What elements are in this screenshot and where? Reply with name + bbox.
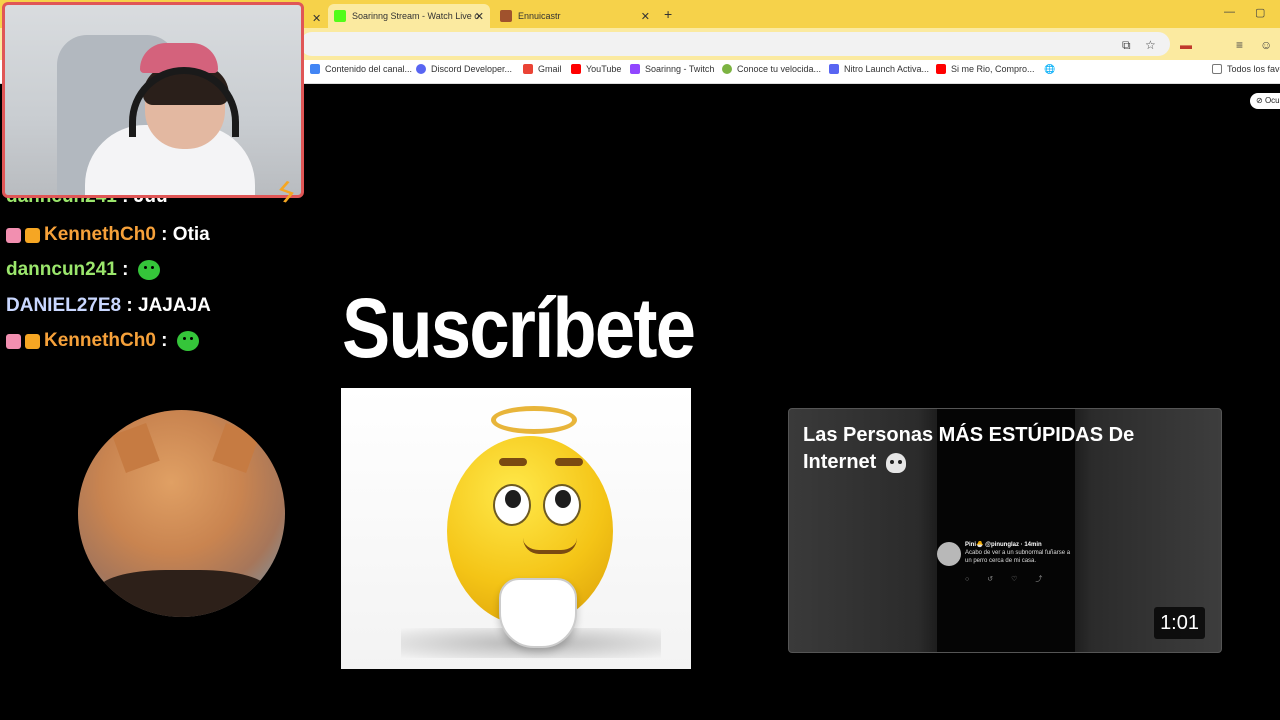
stream-screen: Soarinng Stream - Watch Live o ✕ Ennuica… <box>0 0 1280 720</box>
eye-off-icon: ⊘ <box>1256 96 1263 105</box>
bookmark-label: Nitro Launch Activa... <box>844 64 930 74</box>
tweet-author: Pini🐣 @pinunglaz · 14min <box>965 542 1042 548</box>
crown-badge-icon <box>25 227 40 243</box>
tab-title: Ennuicastr <box>518 11 561 21</box>
cat-food <box>98 570 268 617</box>
emoji-eye <box>493 484 531 526</box>
emoji-hands <box>499 578 577 648</box>
kick-icon <box>334 10 346 22</box>
chat-text: Otia <box>172 224 210 245</box>
video-card[interactable]: Pini🐣 @pinunglaz · 14min Acabo de ver a … <box>788 408 1222 653</box>
twitch-icon <box>630 64 640 74</box>
close-icon[interactable]: ✕ <box>641 10 650 23</box>
emoji-brow <box>555 458 583 466</box>
emoji-brow <box>499 458 527 466</box>
extension-icon[interactable]: ▬ <box>1180 38 1192 52</box>
bookmark-item[interactable]: Si me Rio, Compro... <box>936 64 1035 74</box>
minimize-icon[interactable]: — <box>1224 6 1235 18</box>
video-duration: 1:01 <box>1154 607 1205 639</box>
install-icon[interactable]: ⧉ <box>1122 38 1131 53</box>
youtube-icon <box>936 64 946 74</box>
chat-username: KennethCh0 <box>44 224 156 245</box>
bookmark-label: Contenido del canal... <box>325 64 413 74</box>
emoji-pupil <box>505 490 521 508</box>
webcam-feed <box>2 2 304 198</box>
bookmark-label: Discord Developer... <box>431 64 513 74</box>
chat-message: DANIEL27E8 : JAJAJA <box>6 295 211 316</box>
bookmark-label: Todos los favo <box>1227 64 1280 74</box>
tab-title: Soarinng Stream - Watch Live o <box>352 11 480 21</box>
green-emote-icon <box>176 331 199 351</box>
crown-badge-icon <box>25 333 40 349</box>
ocultar-button[interactable]: ⊘ Ocu <box>1250 93 1280 109</box>
chat-username: danncun241 <box>6 259 117 280</box>
chat-message: KennethCh0 : <box>6 330 199 352</box>
tweet-avatar <box>937 542 961 566</box>
emoji-eye <box>543 484 581 526</box>
video-title-text: Las Personas MÁS ESTÚPIDAS De Internet <box>803 424 1135 473</box>
youtube-icon <box>571 64 581 74</box>
bookmark-label: Soarinng - Twitch <box>645 64 715 74</box>
bookmark-item[interactable]: YouTube <box>571 64 621 74</box>
speedtest-icon <box>722 64 732 74</box>
bookmark-label: Conoce tu velocida... <box>737 64 822 74</box>
chat-username: DANIEL27E8 <box>6 295 122 316</box>
chat-text: JAJAJA <box>138 295 211 316</box>
emoji-pupil <box>555 490 571 508</box>
ennuicastr-icon <box>500 10 512 22</box>
video-title: Las Personas MÁS ESTÚPIDAS De Internet <box>803 422 1183 476</box>
bookmark-item[interactable]: Gmail <box>523 64 562 74</box>
tab-ennuicastr[interactable]: Ennuicastr ✕ <box>494 4 656 28</box>
tweet-text: Acabo de ver a un subnormal fuñarse a un… <box>965 550 1071 564</box>
discord-icon <box>416 64 426 74</box>
new-tab-button[interactable]: + <box>664 6 672 22</box>
media-icon[interactable]: ≡ <box>1236 38 1243 52</box>
bookmark-label: Si me Rio, Compro... <box>951 64 1035 74</box>
chat-message: KennethCh0 : Otia <box>6 224 210 246</box>
bookmark-item[interactable]: Conoce tu velocida... <box>722 64 821 74</box>
globe-icon[interactable]: 🌐 <box>1044 64 1055 75</box>
bookmark-item[interactable]: Contenido del canal... <box>310 64 412 74</box>
star-icon[interactable]: ☆ <box>1145 38 1156 52</box>
heart-badge-icon <box>6 227 21 243</box>
maximize-icon[interactable]: ▢ <box>1255 6 1265 19</box>
subscribe-text: Suscríbete <box>342 281 696 375</box>
bookmark-item[interactable]: Nitro Launch Activa... <box>829 64 929 74</box>
angel-emoji-image <box>341 388 691 669</box>
close-icon[interactable]: ✕ <box>306 6 321 30</box>
bookmark-item[interactable]: Discord Developer... <box>416 64 512 74</box>
cat-ear <box>112 423 160 473</box>
google-icon <box>310 64 320 74</box>
bookmark-label: Gmail <box>538 64 562 74</box>
skull-icon <box>885 452 906 473</box>
bookmark-label: YouTube <box>586 64 622 74</box>
ocultar-label: Ocu <box>1264 96 1280 105</box>
cat-image <box>78 410 285 617</box>
heart-badge-icon <box>6 333 21 349</box>
gmail-icon <box>523 64 533 74</box>
bookmark-item[interactable]: Todos los favo <box>1212 64 1280 74</box>
folder-icon <box>1212 64 1222 74</box>
close-icon[interactable]: ✕ <box>475 10 484 23</box>
cat-ear <box>212 423 260 473</box>
tweet-actions: ○↺♡⤴ <box>965 576 1061 583</box>
avatar[interactable]: ☺ <box>1260 38 1272 52</box>
bookmark-item[interactable]: Soarinng - Twitch <box>630 64 714 74</box>
emoji-mouth <box>523 538 577 554</box>
tab-soarinng-stream[interactable]: Soarinng Stream - Watch Live o ✕ <box>328 4 490 28</box>
halo-icon <box>491 406 577 434</box>
tweet-content: Pini🐣 @pinunglaz · 14min Acabo de ver a … <box>965 541 1073 565</box>
green-emote-icon <box>137 260 160 280</box>
address-bar[interactable] <box>300 32 1170 56</box>
chat-username: KennethCh0 <box>44 330 156 351</box>
nitro-icon <box>829 64 839 74</box>
chat-message: danncun241 : <box>6 259 160 281</box>
